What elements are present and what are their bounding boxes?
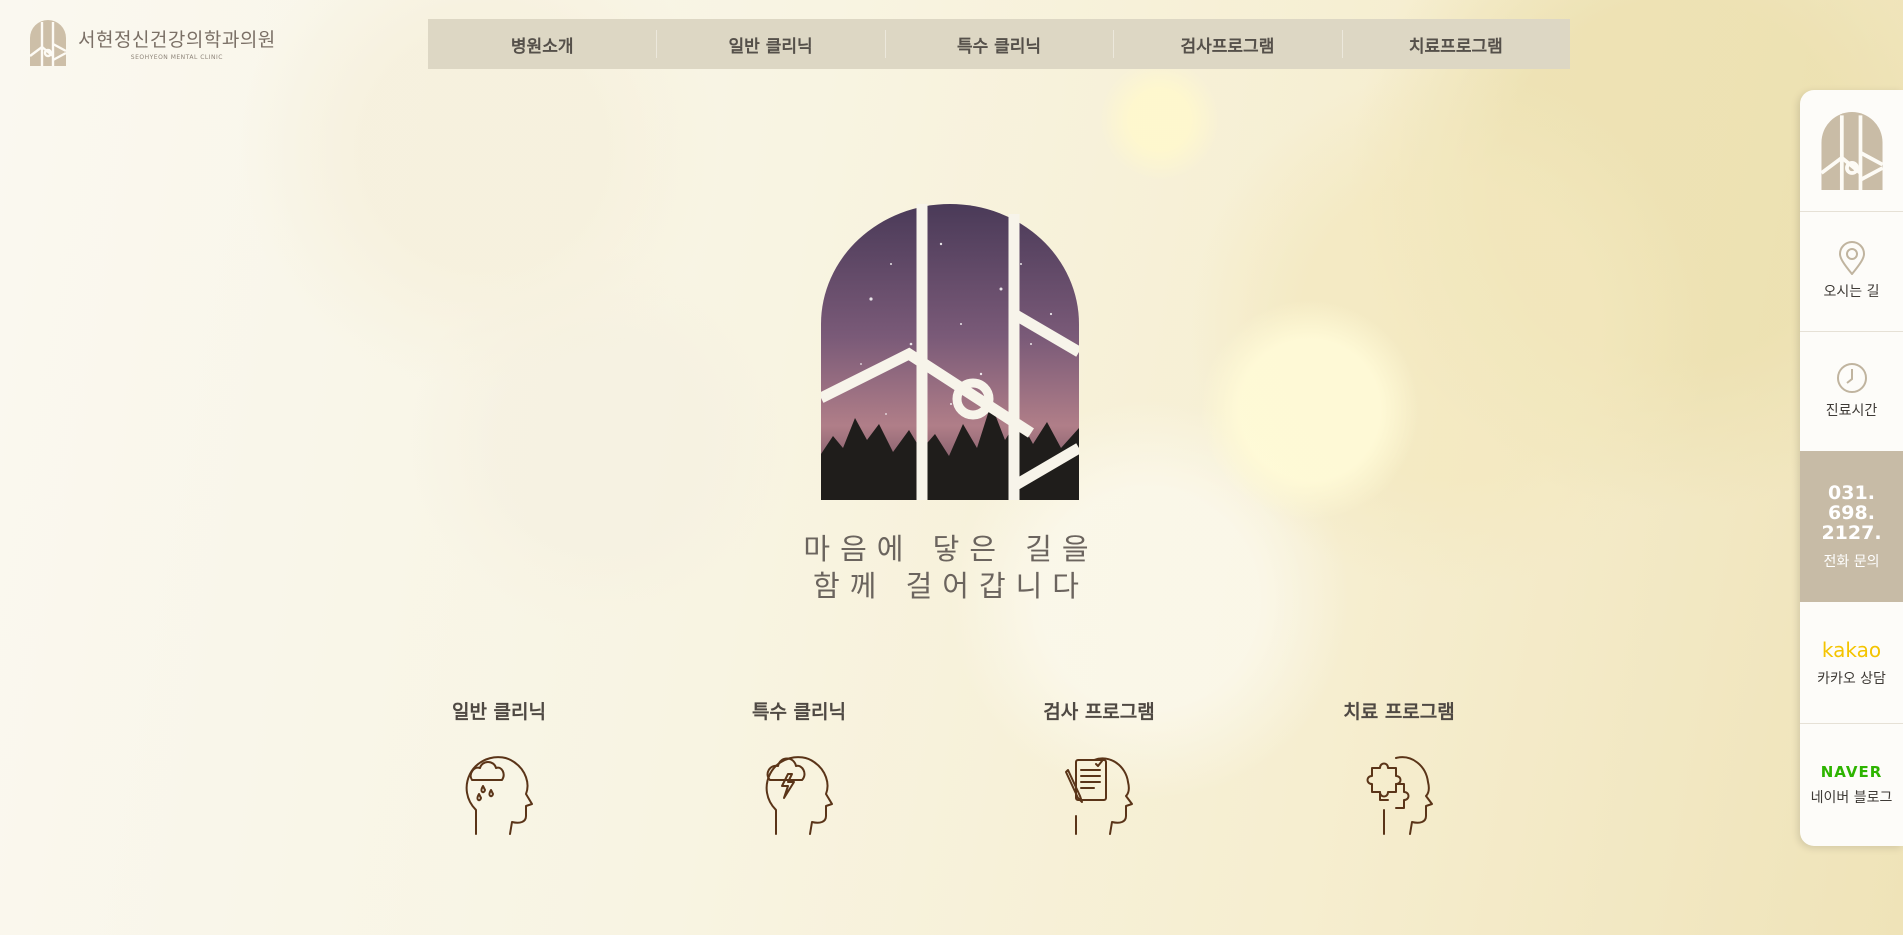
nav-item-about[interactable]: 병원소개: [428, 19, 656, 69]
quick-menu-hours[interactable]: 진료시간: [1800, 331, 1903, 452]
category-test-program[interactable]: 검사 프로그램: [1019, 697, 1179, 836]
category-label: 특수 클리닉: [751, 701, 846, 723]
quick-menu-directions-label: 오시는 길: [1823, 284, 1880, 300]
hero-slogan: 마음에 닿은 길을 함께 걸어갑니다: [751, 531, 1151, 605]
naver-logo: NAVER: [1820, 762, 1883, 781]
map-pin-icon: [1838, 241, 1865, 275]
head-puzzle-icon: [1366, 756, 1433, 835]
nav-item-therapy-program[interactable]: 치료프로그램: [1341, 19, 1570, 69]
quick-menu-naver-label: 네이버 블로그: [1810, 789, 1893, 806]
head-checklist-icon: [1065, 757, 1133, 835]
quick-menu-kakao[interactable]: kakao 카카오 상담: [1800, 602, 1903, 724]
category-label: 치료 프로그램: [1343, 701, 1455, 723]
quick-menu-naver-blog[interactable]: NAVER 네이버 블로그: [1800, 723, 1903, 846]
hero-emblem-image: [821, 204, 1079, 500]
nav-item-general-clinic[interactable]: 일반 클리닉: [656, 19, 884, 69]
quick-menu-phone[interactable]: 031. 698. 2127. 전화 문의: [1800, 451, 1903, 602]
category-therapy-program[interactable]: 치료 프로그램: [1319, 697, 1479, 836]
clock-icon: [1836, 363, 1867, 393]
category-special-clinic[interactable]: 특수 클리닉: [719, 697, 879, 836]
logo-name-en: SEOHYEON MENTAL CLINIC: [130, 54, 223, 61]
clinic-logo-icon: [29, 20, 67, 66]
category-label: 검사 프로그램: [1043, 701, 1155, 723]
category-general-clinic[interactable]: 일반 클리닉: [419, 697, 579, 836]
logo-name-ko: 서현정신건강의학과의원: [78, 29, 276, 51]
quick-menu-kakao-label: 카카오 상담: [1817, 670, 1886, 687]
phone-number-line-2: 698.: [1828, 501, 1875, 524]
slogan-line-2: 함께 걸어갑니다: [813, 569, 1089, 603]
phone-number-line-1: 031.: [1828, 481, 1875, 504]
head-storm-lightning-icon: [765, 756, 833, 835]
kakao-logo: kakao: [1821, 637, 1882, 662]
quick-menu: 오시는 길 진료시간 031. 698. 2127. 전화 문의 kakao 카…: [1800, 90, 1903, 846]
phone-number-line-3: 2127.: [1821, 521, 1882, 544]
nav-item-special-clinic[interactable]: 특수 클리닉: [884, 19, 1113, 69]
site-logo[interactable]: 서현정신건강의학과의원 SEOHYEON MENTAL CLINIC: [28, 20, 276, 66]
quick-menu-phone-label: 전화 문의: [1823, 553, 1880, 570]
quick-menu-logo[interactable]: [1800, 90, 1903, 212]
slogan-line-1: 마음에 닿은 길을: [803, 532, 1099, 566]
quick-menu-directions[interactable]: 오시는 길: [1800, 211, 1903, 332]
head-raincloud-icon: [465, 756, 533, 835]
nav-item-test-program[interactable]: 검사프로그램: [1113, 19, 1341, 69]
category-label: 일반 클리닉: [451, 701, 546, 723]
clinic-logo-icon: [1819, 111, 1883, 190]
quick-menu-hours-label: 진료시간: [1825, 403, 1878, 419]
main-nav: 병원소개 일반 클리닉 특수 클리닉 검사프로그램 치료프로그램: [428, 19, 1570, 69]
